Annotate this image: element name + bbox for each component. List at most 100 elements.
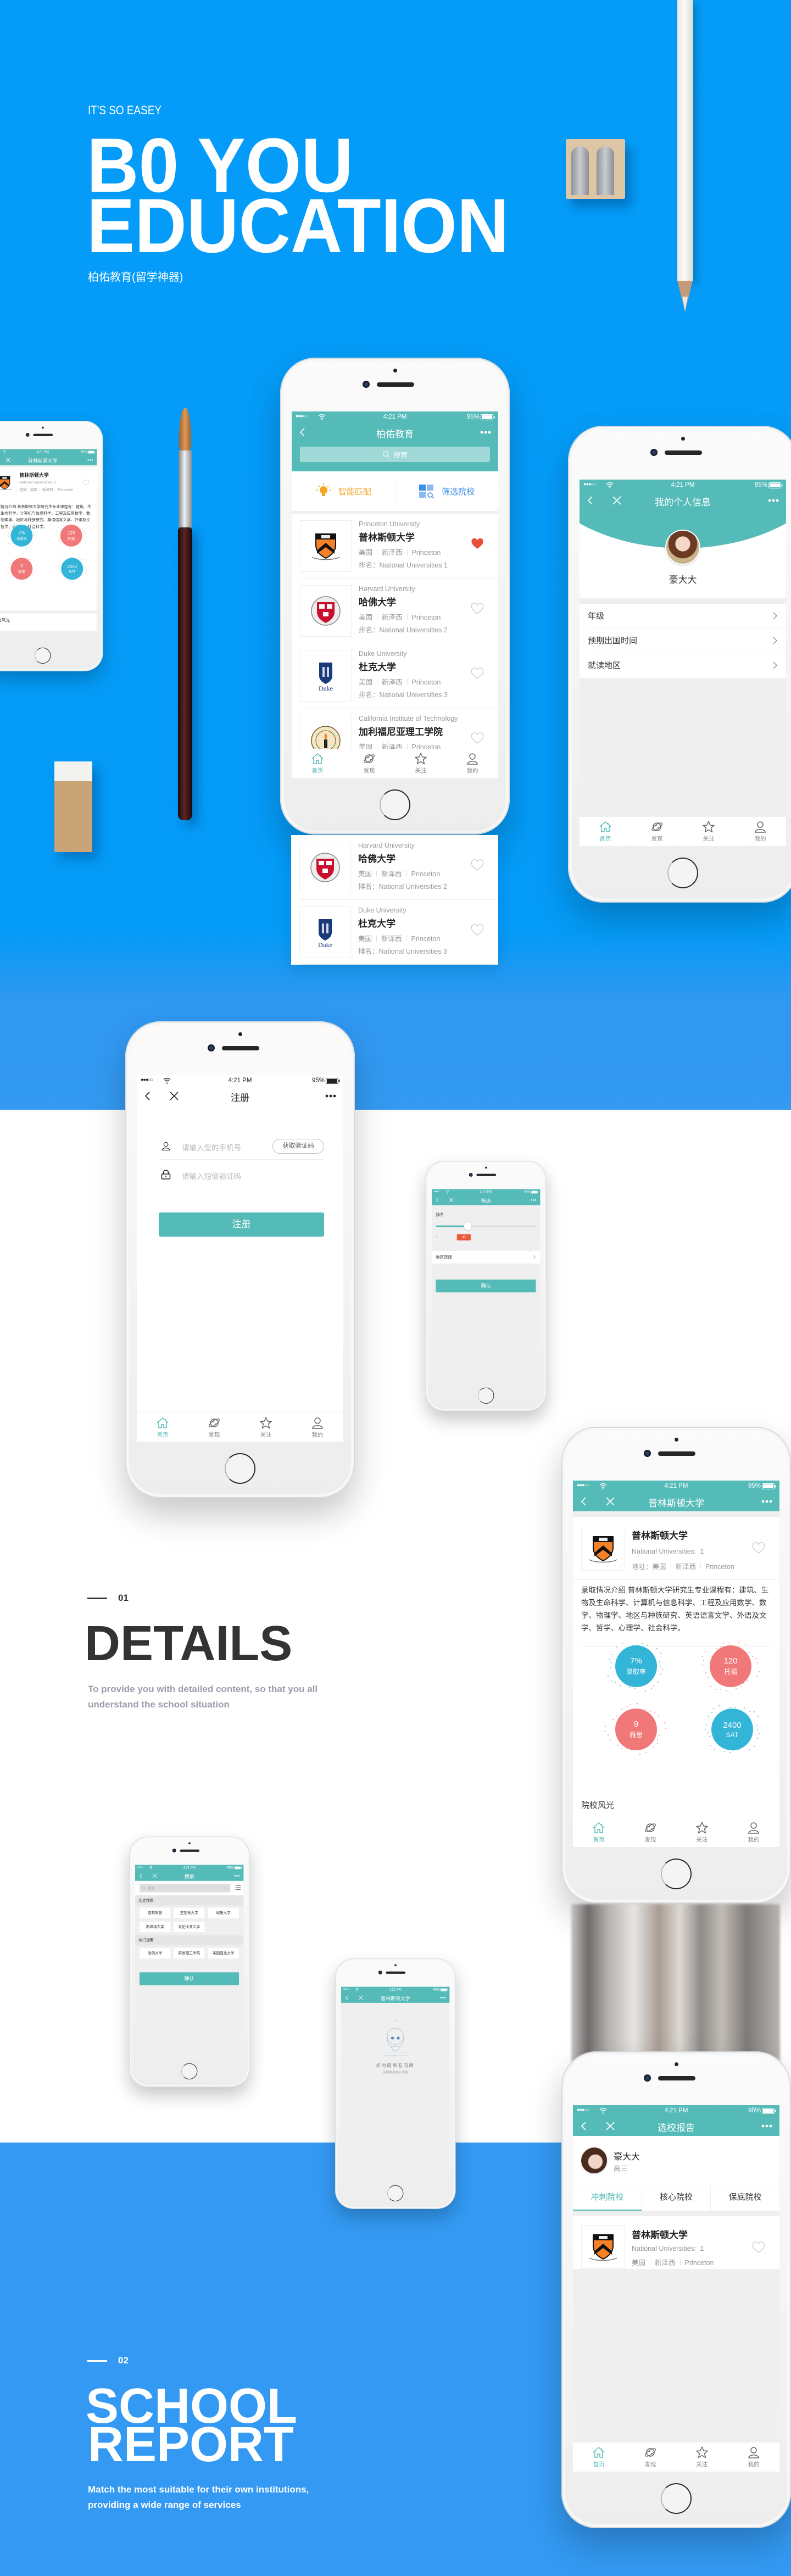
sms-code-input[interactable]: 请输入短信验证码 <box>159 1161 324 1188</box>
confirm-button[interactable]: 确认 <box>436 1279 536 1293</box>
tab-mine[interactable]: 我的 <box>734 817 786 846</box>
university-row[interactable]: Harvard University 哈佛大学 美国 新泽西 Princeton 排… <box>299 835 498 900</box>
favorite-heart-icon[interactable] <box>471 859 484 871</box>
university-row[interactable]: Harvard University 哈佛大学 美国 新泽西 Princeton 排… <box>300 578 498 643</box>
tab-discover[interactable]: 发现 <box>631 817 683 846</box>
get-code-button[interactable]: 获取验证码 <box>272 1139 324 1154</box>
favorite-heart-icon[interactable] <box>752 1542 765 1554</box>
search-input[interactable]: 搜索 <box>300 447 490 462</box>
bubble-decoration-dot <box>29 559 30 560</box>
more-icon[interactable] <box>761 2121 773 2132</box>
university-row[interactable]: Duke University 杜克大学 美国 新泽西 Princeton 排名：N… <box>300 643 498 708</box>
home-button <box>35 647 51 664</box>
tab-discover[interactable]: 发现 <box>625 1818 676 1847</box>
university-row[interactable]: 普林斯顿大学 National Universities: 1 美国 新泽西 Pri… <box>573 2216 779 2269</box>
back-icon[interactable] <box>344 1995 350 2001</box>
back-icon[interactable] <box>435 1197 441 1203</box>
tab-follow[interactable]: 关注 <box>240 1413 292 1442</box>
confirm-button[interactable]: 确认 <box>139 1972 239 1985</box>
more-icon[interactable] <box>87 457 94 463</box>
close-icon[interactable] <box>358 1995 364 2001</box>
smart-match-button[interactable]: 智能匹配 <box>292 483 395 499</box>
tab-follow[interactable]: 关注 <box>395 749 447 778</box>
history-chip[interactable]: 斯坦福大学 <box>139 1921 171 1932</box>
tab-discover[interactable]: 发现 <box>343 749 395 778</box>
tab-home[interactable]: 首页 <box>573 1818 625 1847</box>
more-icon[interactable] <box>325 1091 337 1101</box>
back-icon[interactable] <box>578 1496 589 1507</box>
more-icon[interactable] <box>531 1197 537 1203</box>
list-item-study-region[interactable]: 就读地区 <box>588 653 786 678</box>
favorite-heart-filled-icon[interactable] <box>471 538 484 550</box>
university-row[interactable]: Princeton University 普林斯顿大学 美国 新泽西 Princet… <box>300 514 498 578</box>
more-icon[interactable] <box>761 1496 773 1507</box>
rank-slider[interactable] <box>436 1222 536 1230</box>
search-input[interactable]: 搜索 <box>139 1884 231 1893</box>
close-icon[interactable] <box>605 1496 616 1507</box>
more-icon[interactable] <box>767 495 779 506</box>
list-item-grade[interactable]: 年级 <box>588 604 786 628</box>
favorite-heart-icon[interactable] <box>752 2241 765 2254</box>
more-icon[interactable] <box>440 1995 447 2001</box>
bubble-decoration-dot <box>658 1715 659 1717</box>
hot-chip[interactable]: 麻省理工学院 <box>173 1948 205 1959</box>
menu-icon[interactable] <box>235 1885 241 1890</box>
favorite-heart-icon[interactable] <box>471 603 484 615</box>
close-icon[interactable] <box>605 2121 616 2132</box>
bubble-decoration-dot <box>757 1716 759 1717</box>
register-button[interactable]: 注册 <box>159 1212 324 1237</box>
region-select-row[interactable]: 地区选择 <box>432 1250 541 1264</box>
close-icon[interactable] <box>448 1197 454 1203</box>
tab-home[interactable]: 首页 <box>580 817 631 846</box>
tab-mine[interactable]: 我的 <box>728 1818 779 1847</box>
stat-label: SAT <box>726 1731 739 1739</box>
tab-follow[interactable]: 关注 <box>676 2443 728 2472</box>
favorite-heart-icon[interactable] <box>82 480 90 486</box>
close-icon[interactable] <box>169 1091 180 1101</box>
tab-safety-schools[interactable]: 保底院校 <box>711 2185 779 2211</box>
favorite-heart-icon[interactable] <box>471 667 484 680</box>
back-icon[interactable] <box>138 1873 144 1879</box>
tab-mine[interactable]: 我的 <box>728 2443 779 2472</box>
phone-number-input[interactable]: 请输入您的手机号 获取验证码 <box>159 1132 324 1160</box>
close-icon[interactable] <box>611 495 622 506</box>
pencil-prop <box>677 0 693 281</box>
tab-mine[interactable]: 我的 <box>292 1413 343 1442</box>
more-icon[interactable] <box>234 1873 241 1879</box>
back-icon[interactable] <box>142 1091 153 1101</box>
tab-home[interactable]: 首页 <box>137 1413 188 1442</box>
more-icon[interactable] <box>480 427 492 438</box>
hot-chip[interactable]: 美国西北大学 <box>208 1948 239 1959</box>
network-error-screen[interactable]: ●●●○○ 4:21 PM 95% 普林斯顿大学 您的网络有问题 轻触屏幕重新加载 <box>341 1987 450 2179</box>
tab-discover[interactable]: 发现 <box>188 1413 240 1442</box>
favorite-heart-icon[interactable] <box>471 924 484 936</box>
clear-icon[interactable] <box>224 1887 227 1890</box>
filter-schools-button[interactable]: 筛选院校 <box>396 484 499 498</box>
back-icon[interactable] <box>585 495 596 506</box>
history-chip[interactable]: 普林斯顿 <box>139 1907 171 1918</box>
history-chip[interactable]: 耶鲁大学 <box>208 1907 239 1918</box>
history-chip[interactable]: 芝加哥大学 <box>173 1907 205 1918</box>
favorite-heart-icon[interactable] <box>471 732 484 744</box>
tab-home[interactable]: 首页 <box>292 749 343 778</box>
tab-discover[interactable]: 发现 <box>625 2443 676 2472</box>
list-item-departure-time[interactable]: 预期出国时间 <box>588 628 786 653</box>
close-icon[interactable] <box>5 457 11 463</box>
tab-home[interactable]: 首页 <box>573 2443 625 2472</box>
section-number: 01 <box>118 1593 129 1603</box>
avatar[interactable] <box>581 2147 607 2173</box>
slider-handle[interactable] <box>464 1222 472 1230</box>
tab-core-schools[interactable]: 核心院校 <box>642 2185 711 2211</box>
tab-follow[interactable]: 关注 <box>676 1818 728 1847</box>
filter-row: 智能匹配 筛选院校 <box>292 471 498 511</box>
history-chip[interactable]: 哥伦比亚大学 <box>173 1921 205 1932</box>
tab-reach-schools[interactable]: 冲刺院校 <box>573 2185 642 2211</box>
back-icon[interactable] <box>578 2121 589 2132</box>
university-row[interactable]: Duke University 杜克大学 美国 新泽西 Princeton 排名：N… <box>299 900 498 965</box>
avatar[interactable] <box>665 530 700 565</box>
hot-chip[interactable]: 哈佛大学 <box>139 1948 171 1959</box>
tab-follow[interactable]: 关注 <box>683 817 734 846</box>
tab-mine[interactable]: 我的 <box>447 749 498 778</box>
back-icon[interactable] <box>297 427 308 438</box>
close-icon[interactable] <box>152 1873 158 1879</box>
